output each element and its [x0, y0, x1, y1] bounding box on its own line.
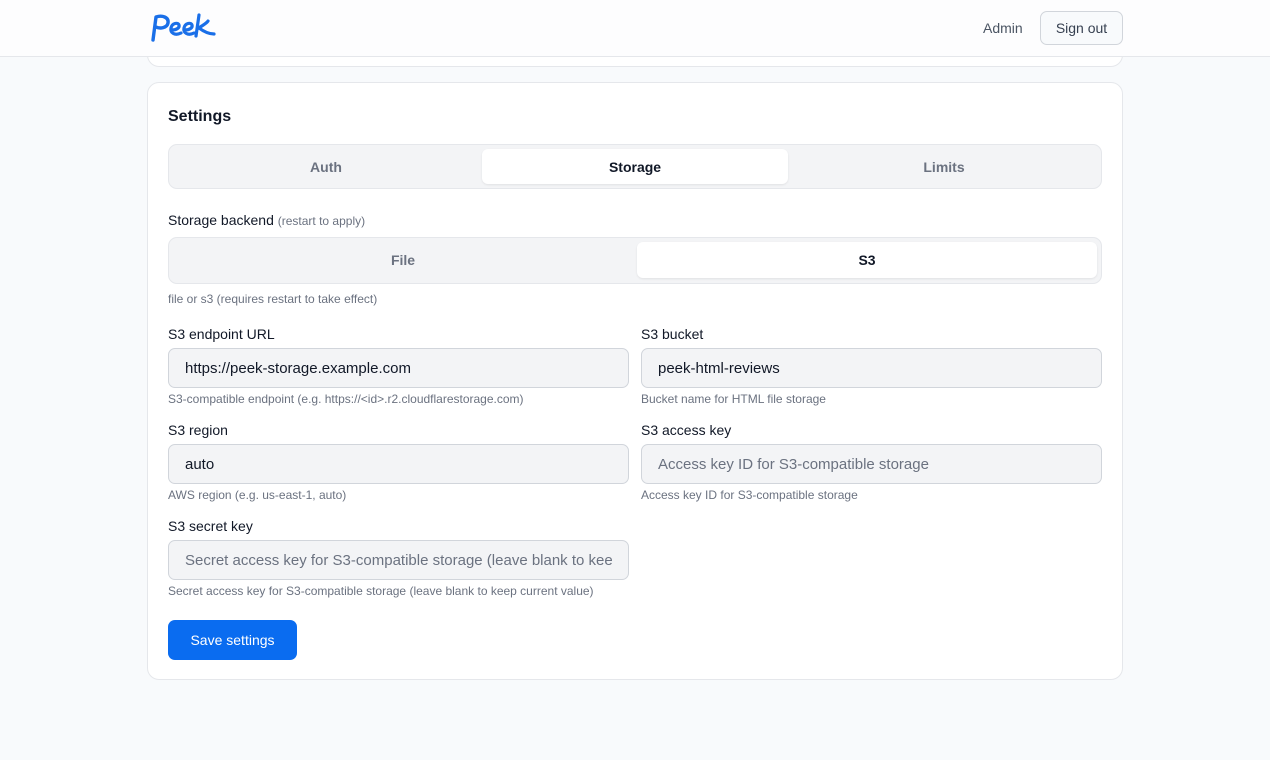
s3-endpoint-help: S3-compatible endpoint (e.g. https://<id… — [168, 392, 524, 406]
settings-title: Settings — [168, 108, 232, 125]
storage-backend-hint: (restart to apply) — [277, 214, 366, 228]
storage-backend-label-text: Storage backend — [168, 212, 274, 228]
s3-bucket-input[interactable] — [641, 348, 1102, 388]
storage-backend-help: file or s3 (requires restart to take eff… — [168, 292, 378, 306]
s3-region-input[interactable] — [168, 444, 629, 484]
tab-limits[interactable]: Limits — [791, 149, 1097, 184]
s3-access-key-input[interactable] — [641, 444, 1102, 484]
s3-secret-key-input[interactable] — [168, 540, 629, 580]
s3-bucket-label: S3 bucket — [641, 326, 704, 342]
s3-bucket-help: Bucket name for HTML file storage — [641, 392, 826, 406]
s3-secret-key-label: S3 secret key — [168, 518, 253, 534]
s3-access-key-help: Access key ID for S3-compatible storage — [641, 488, 858, 502]
s3-access-key-label: S3 access key — [641, 422, 732, 438]
s3-endpoint-input[interactable] — [168, 348, 629, 388]
storage-backend-label: Storage backend (restart to apply) — [168, 212, 365, 229]
peek-logo[interactable] — [150, 12, 220, 44]
s3-endpoint-label: S3 endpoint URL — [168, 326, 275, 342]
top-header: Admin Sign out — [0, 0, 1270, 57]
admin-link[interactable]: Admin — [983, 19, 1023, 37]
settings-tabs: Auth Storage Limits — [168, 144, 1102, 189]
s3-region-help: AWS region (e.g. us-east-1, auto) — [168, 488, 347, 502]
tab-storage[interactable]: Storage — [482, 149, 788, 184]
storage-backend-selector: File S3 — [168, 237, 1102, 284]
backend-option-s3[interactable]: S3 — [637, 242, 1097, 278]
s3-secret-key-help: Secret access key for S3-compatible stor… — [168, 584, 594, 598]
settings-card: Settings Auth Storage Limits Storage bac… — [147, 82, 1123, 680]
s3-region-label: S3 region — [168, 422, 228, 438]
tab-auth[interactable]: Auth — [173, 149, 479, 184]
sign-out-button[interactable]: Sign out — [1040, 11, 1123, 45]
peek-logo-icon — [151, 13, 216, 42]
backend-option-file[interactable]: File — [173, 242, 633, 278]
save-settings-button[interactable]: Save settings — [168, 620, 297, 660]
